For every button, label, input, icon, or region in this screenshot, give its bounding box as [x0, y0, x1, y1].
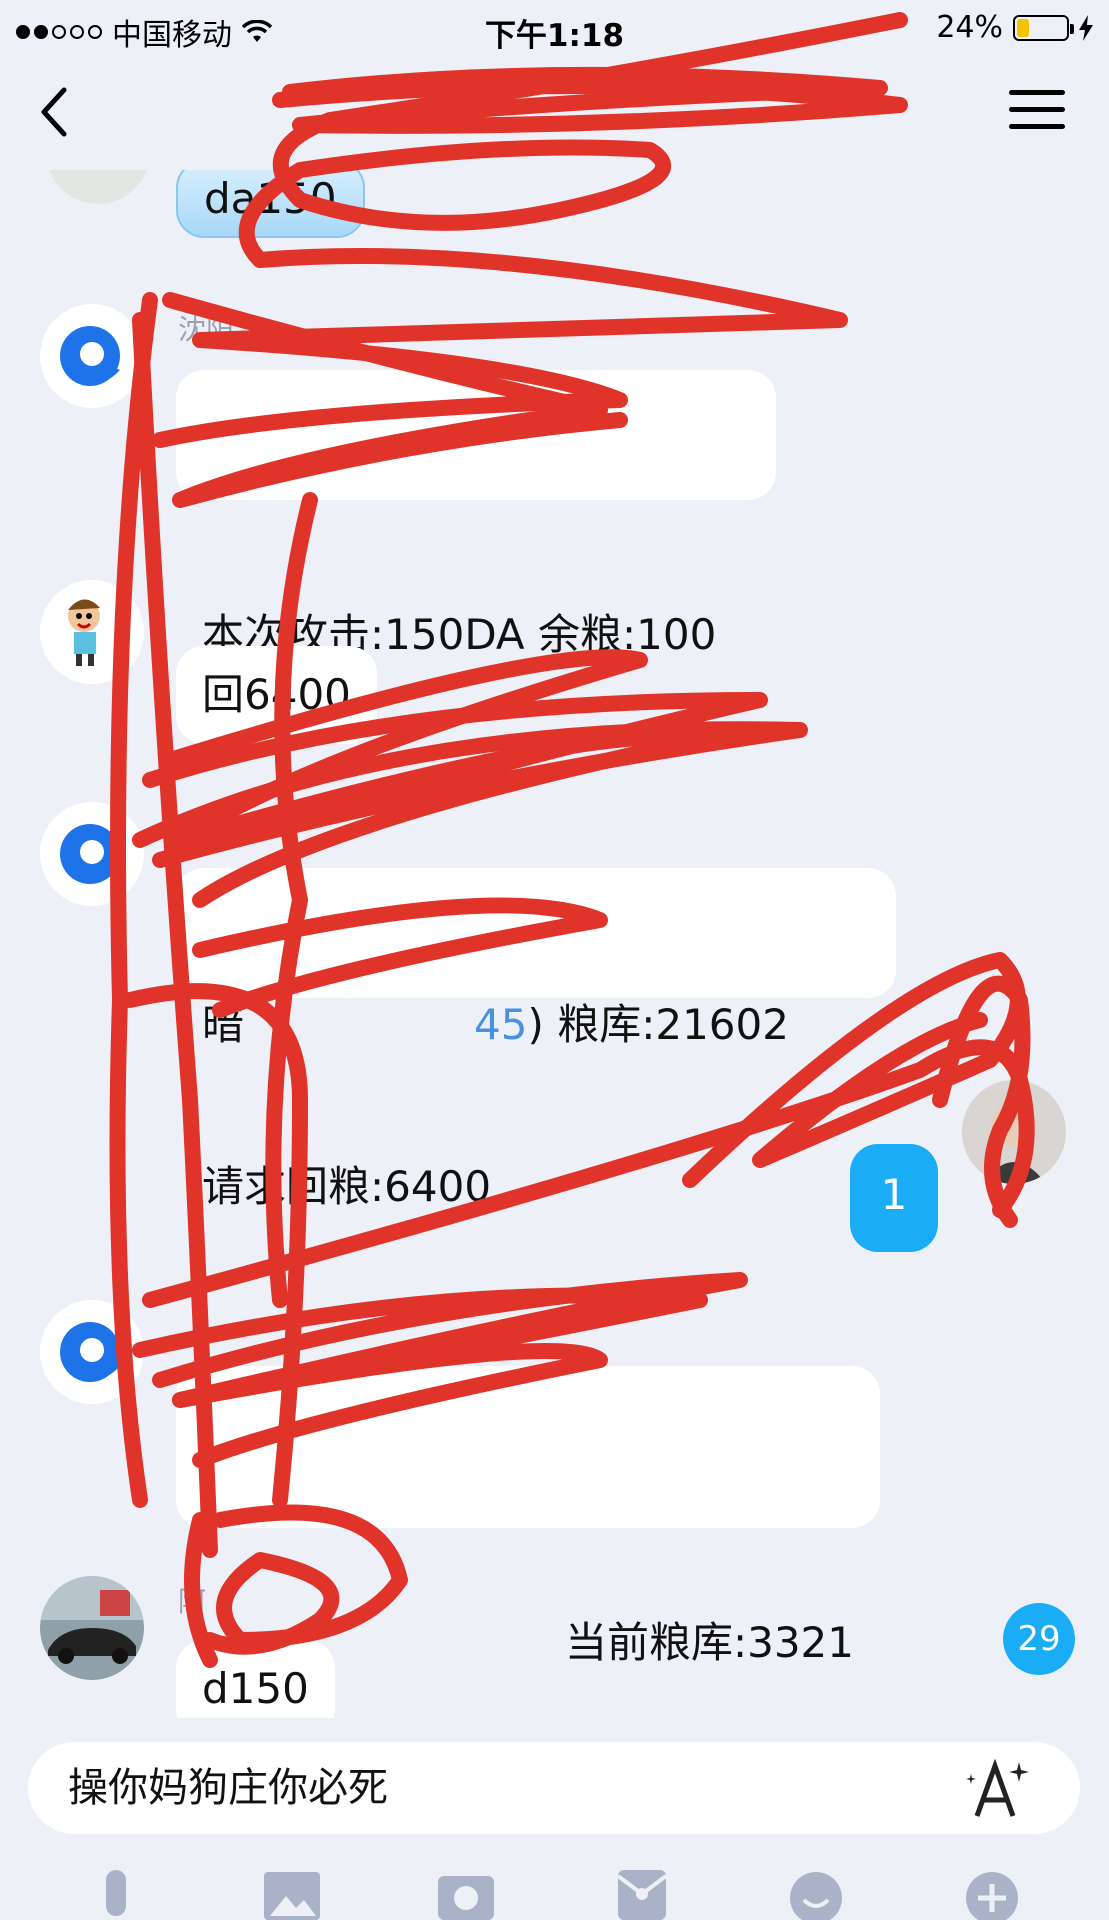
red-packet-button[interactable] [612, 1866, 672, 1920]
cartoon-avatar-icon [40, 580, 144, 684]
message-line: 请求回粮:6400 [202, 1162, 492, 1211]
chevron-left-icon [41, 87, 67, 137]
microphone-icon [106, 1870, 126, 1916]
hamburger-menu-icon [1009, 90, 1065, 129]
camera-icon [438, 1876, 494, 1920]
chat-message-list[interactable]: da150 沈阳 本次攻击:150DA 余粮:100 回6400 暗 45) 粮… [0, 170, 1109, 1718]
message-input[interactable]: 操你妈狗庄你必死 [28, 1742, 1080, 1834]
car-photo-avatar [40, 1576, 144, 1680]
voice-button[interactable] [86, 1866, 146, 1920]
composer-toolbar [0, 1866, 1109, 1920]
menu-button[interactable] [1009, 90, 1065, 138]
more-button[interactable] [962, 1866, 1022, 1920]
composer: 操你妈狗庄你必死 [0, 1718, 1109, 1920]
avatar[interactable] [40, 1300, 144, 1404]
font-style-button[interactable] [961, 1752, 1033, 1824]
bot-avatar-icon [40, 304, 144, 408]
avatar[interactable] [40, 1576, 144, 1680]
emoji-icon [790, 1872, 842, 1920]
message-bubble[interactable]: d150 [176, 1640, 335, 1718]
avatar[interactable] [40, 802, 144, 906]
bot-avatar-icon [40, 802, 144, 906]
message-line: 暗 45) 粮库:21602 [202, 1000, 789, 1049]
mention-link[interactable]: 45 [474, 1000, 527, 1049]
avatar[interactable] [962, 1080, 1066, 1184]
message-bubble[interactable]: 暗 45) 粮库:21602 请求回粮:6400 [176, 868, 896, 1211]
red-packet-icon [616, 1870, 668, 1920]
status-right: 24% [936, 10, 1093, 45]
status-bar: 中国移动 下午1:18 24% [0, 0, 1109, 58]
message-bubble[interactable]: da150 [176, 170, 365, 238]
image-icon [264, 1872, 320, 1920]
camera-button[interactable] [436, 1866, 496, 1920]
bot-avatar-icon [40, 1300, 144, 1404]
unread-count-badge[interactable]: 29 [1003, 1603, 1075, 1675]
emoji-button[interactable] [786, 1866, 846, 1920]
avatar[interactable] [46, 170, 150, 204]
charging-icon [1079, 14, 1093, 41]
battery-percent: 24% [936, 10, 1003, 45]
battery-icon [1013, 14, 1074, 41]
back-button[interactable] [34, 82, 84, 142]
nav-bar [0, 58, 1109, 170]
avatar[interactable] [40, 580, 144, 684]
sender-name: 沈阳 [178, 313, 235, 346]
plus-icon [966, 1872, 1018, 1920]
message-bubble[interactable]: 本次攻击:150DA 余粮:100 [176, 370, 776, 659]
avatar[interactable] [40, 304, 144, 408]
font-style-icon [966, 1758, 1029, 1817]
message-bubble[interactable]: 1 [850, 1144, 938, 1252]
message-bubble[interactable]: 当前粮库:3321 [176, 1366, 880, 1667]
image-button[interactable] [262, 1866, 322, 1920]
message-bubble[interactable]: 回6400 [176, 646, 377, 744]
sender-name: 阿 [178, 1585, 207, 1618]
user-photo-avatar [962, 1080, 1066, 1184]
